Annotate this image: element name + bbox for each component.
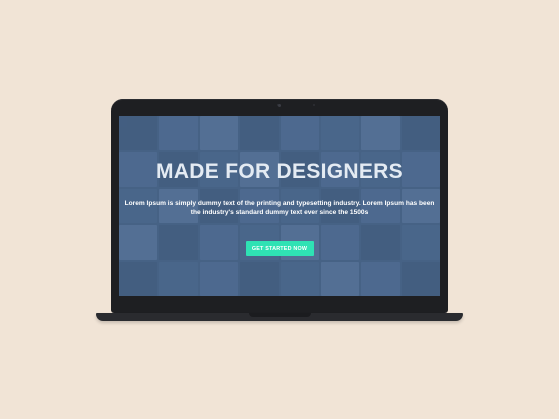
laptop-lid: MADE FOR DESIGNERS Lorem Ipsum is simply…	[111, 99, 448, 313]
laptop-base	[96, 313, 463, 321]
laptop-opening-notch	[248, 313, 311, 317]
hero-description: Lorem Ipsum is simply dummy text of the …	[124, 200, 435, 216]
get-started-button[interactable]: GET STARTED NOW	[245, 241, 314, 257]
laptop-screen: MADE FOR DESIGNERS Lorem Ipsum is simply…	[119, 116, 440, 296]
webcam-icon	[278, 104, 281, 107]
hero-section: MADE FOR DESIGNERS Lorem Ipsum is simply…	[119, 116, 440, 296]
hero-title: MADE FOR DESIGNERS	[156, 160, 403, 183]
sensor-dot	[313, 104, 315, 106]
